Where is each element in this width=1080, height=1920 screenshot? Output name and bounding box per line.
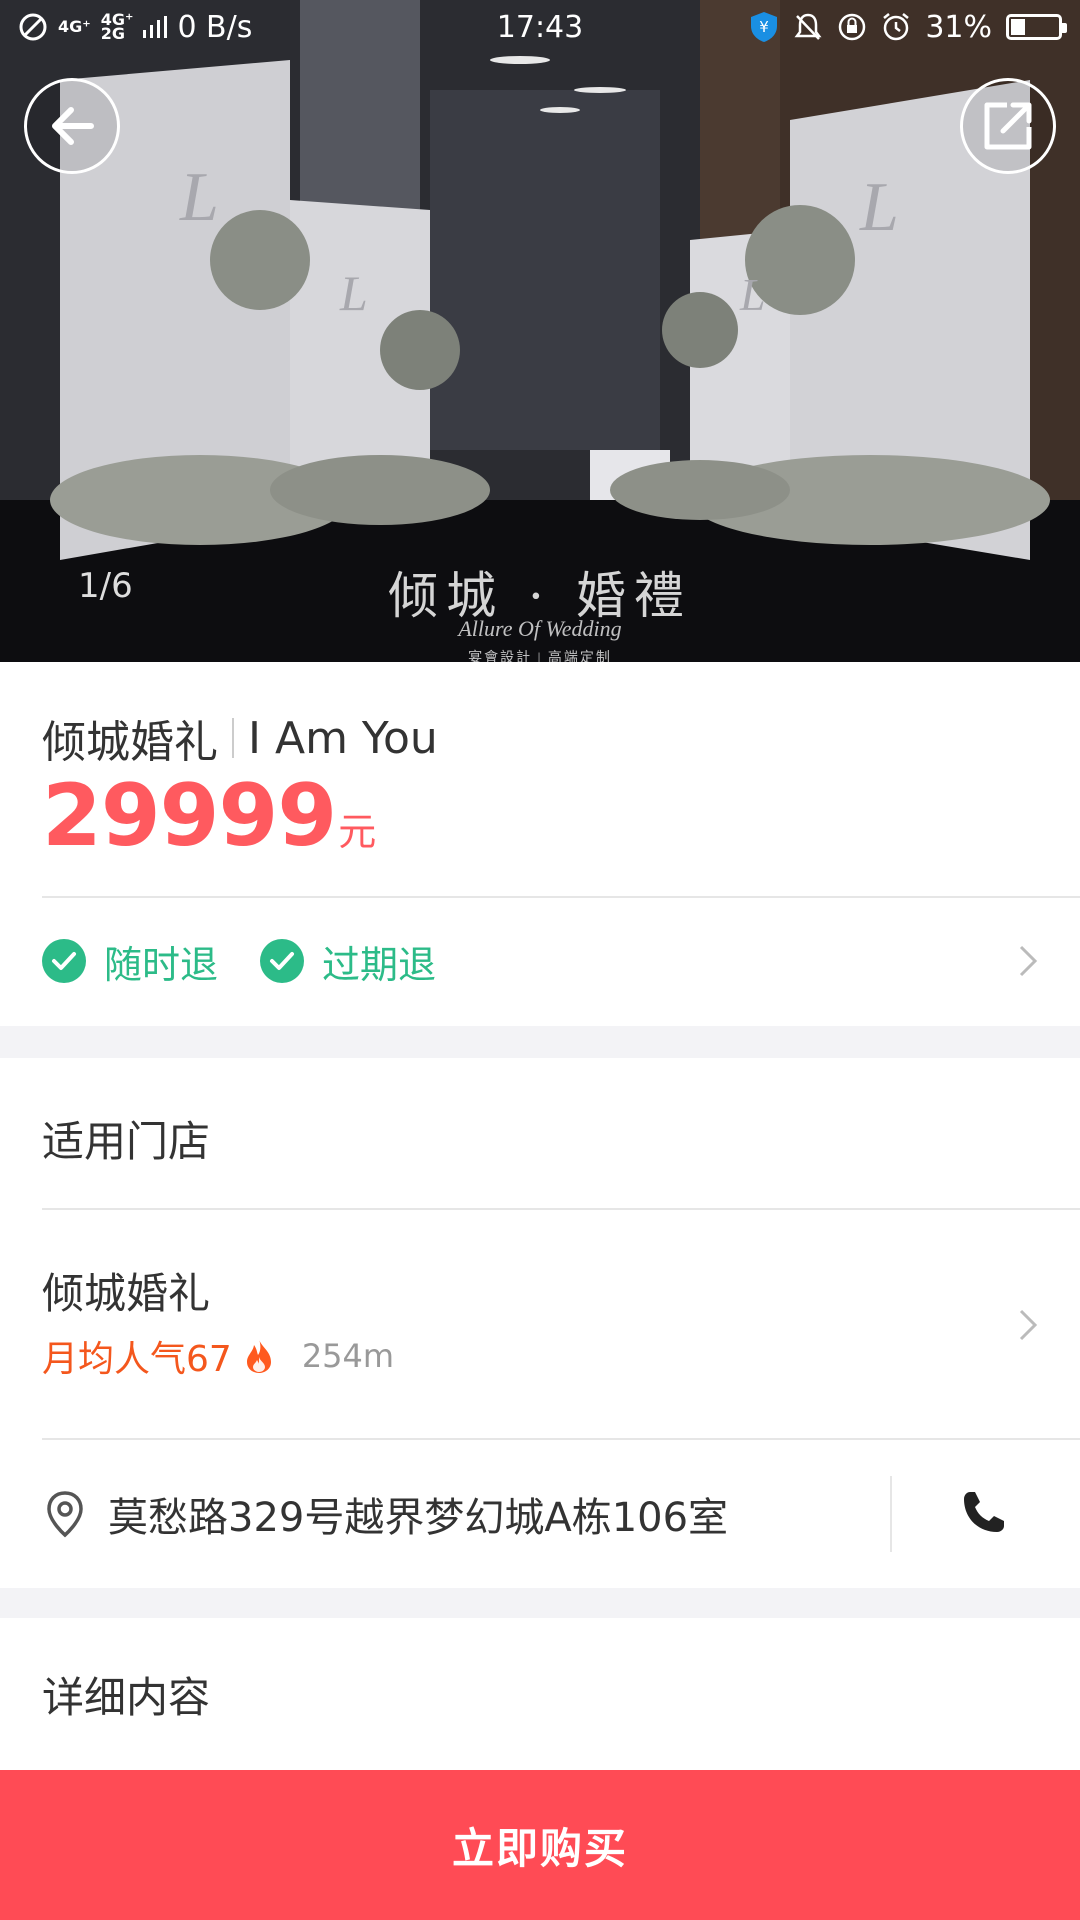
network-indicator-2: 4G⁺ 2G (100, 10, 134, 43)
title-separator (232, 718, 234, 758)
tag-label: 过期退 (322, 942, 437, 987)
signal-icon (143, 16, 168, 38)
product-title: 倾城婚礼 I Am You (42, 706, 438, 770)
check-icon (260, 939, 305, 983)
hero-image[interactable]: L L L L 4G⁺ 4G⁺ 2G 0 B/s 17:43 ¥ 31% 1/6… (0, 0, 1080, 662)
section-gap (0, 1588, 1080, 1618)
store-address: 莫愁路329号越界梦幻城A栋106室 (108, 1495, 729, 1541)
phone-icon[interactable] (958, 1488, 1008, 1538)
fire-icon (246, 1339, 271, 1373)
store-item[interactable]: 倾城婚礼 月均人气67 254m (0, 1210, 1080, 1438)
detail-section-title: 详细内容 (42, 1673, 211, 1722)
store-section-title: 适用门店 (42, 1117, 211, 1166)
chevron-right-icon (1019, 945, 1038, 977)
address-row[interactable]: 莫愁路329号越界梦幻城A栋106室 (0, 1440, 1080, 1588)
store-name: 倾城婚礼 (42, 1269, 211, 1318)
store-distance: 254m (301, 1337, 395, 1375)
dnd-icon (19, 13, 47, 41)
price-unit: 元 (338, 810, 377, 854)
shield-icon: ¥ (751, 12, 778, 42)
watermark-tagline: 宴會設計 | 高端定制 (468, 651, 612, 662)
network-indicator-1: 4G⁺ (58, 17, 91, 36)
svg-text:L: L (739, 269, 766, 320)
rotation-lock-icon (839, 13, 866, 41)
buy-now-button[interactable]: 立即购买 (0, 1770, 1080, 1920)
chevron-right-icon (1019, 1309, 1038, 1341)
share-icon (984, 102, 1032, 150)
refund-tags-row[interactable]: 随时退 过期退 (0, 896, 1080, 1026)
tag-label: 随时退 (104, 942, 219, 987)
svg-text:¥: ¥ (760, 18, 770, 36)
tag-refund-expired: 过期退 (260, 934, 436, 989)
status-bar: 4G⁺ 4G⁺ 2G 0 B/s 17:43 ¥ 31% (0, 0, 1080, 54)
detail-section: 详细内容 (0, 1618, 1080, 1770)
alarm-icon (883, 13, 910, 41)
package-name: I Am You (248, 712, 438, 764)
product-info: 倾城婚礼 I Am You 29999 元 随时退 过期退 (0, 662, 1080, 1026)
price-amount: 29999 (42, 766, 337, 866)
svg-text:L: L (859, 169, 899, 246)
arrow-left-icon (52, 107, 94, 145)
section-gap (0, 1026, 1080, 1058)
share-button[interactable] (960, 78, 1056, 174)
shop-name: 倾城婚礼 (42, 717, 218, 768)
price: 29999 元 (42, 770, 376, 862)
mute-bell-icon (794, 13, 822, 40)
svg-text:L: L (179, 159, 219, 236)
store-section: 适用门店 倾城婚礼 月均人气67 254m 莫愁路329号越界梦幻城A栋106室 (0, 1058, 1080, 1588)
back-button[interactable] (24, 78, 120, 174)
store-popularity: 月均人气67 (42, 1339, 232, 1380)
battery-icon (1006, 14, 1067, 40)
location-pin-icon (47, 1491, 83, 1538)
watermark-subtitle: Allure Of Wedding 宴會設計 | 高端定制 (0, 616, 1080, 662)
battery-percent: 31% (925, 9, 992, 45)
svg-text:L: L (339, 265, 368, 321)
store-meta: 月均人气67 254m (42, 1330, 394, 1382)
check-icon (42, 939, 86, 983)
vertical-divider (890, 1476, 892, 1552)
tag-refund-anytime: 随时退 (42, 934, 218, 989)
network-speed: 0 B/s (177, 9, 253, 45)
